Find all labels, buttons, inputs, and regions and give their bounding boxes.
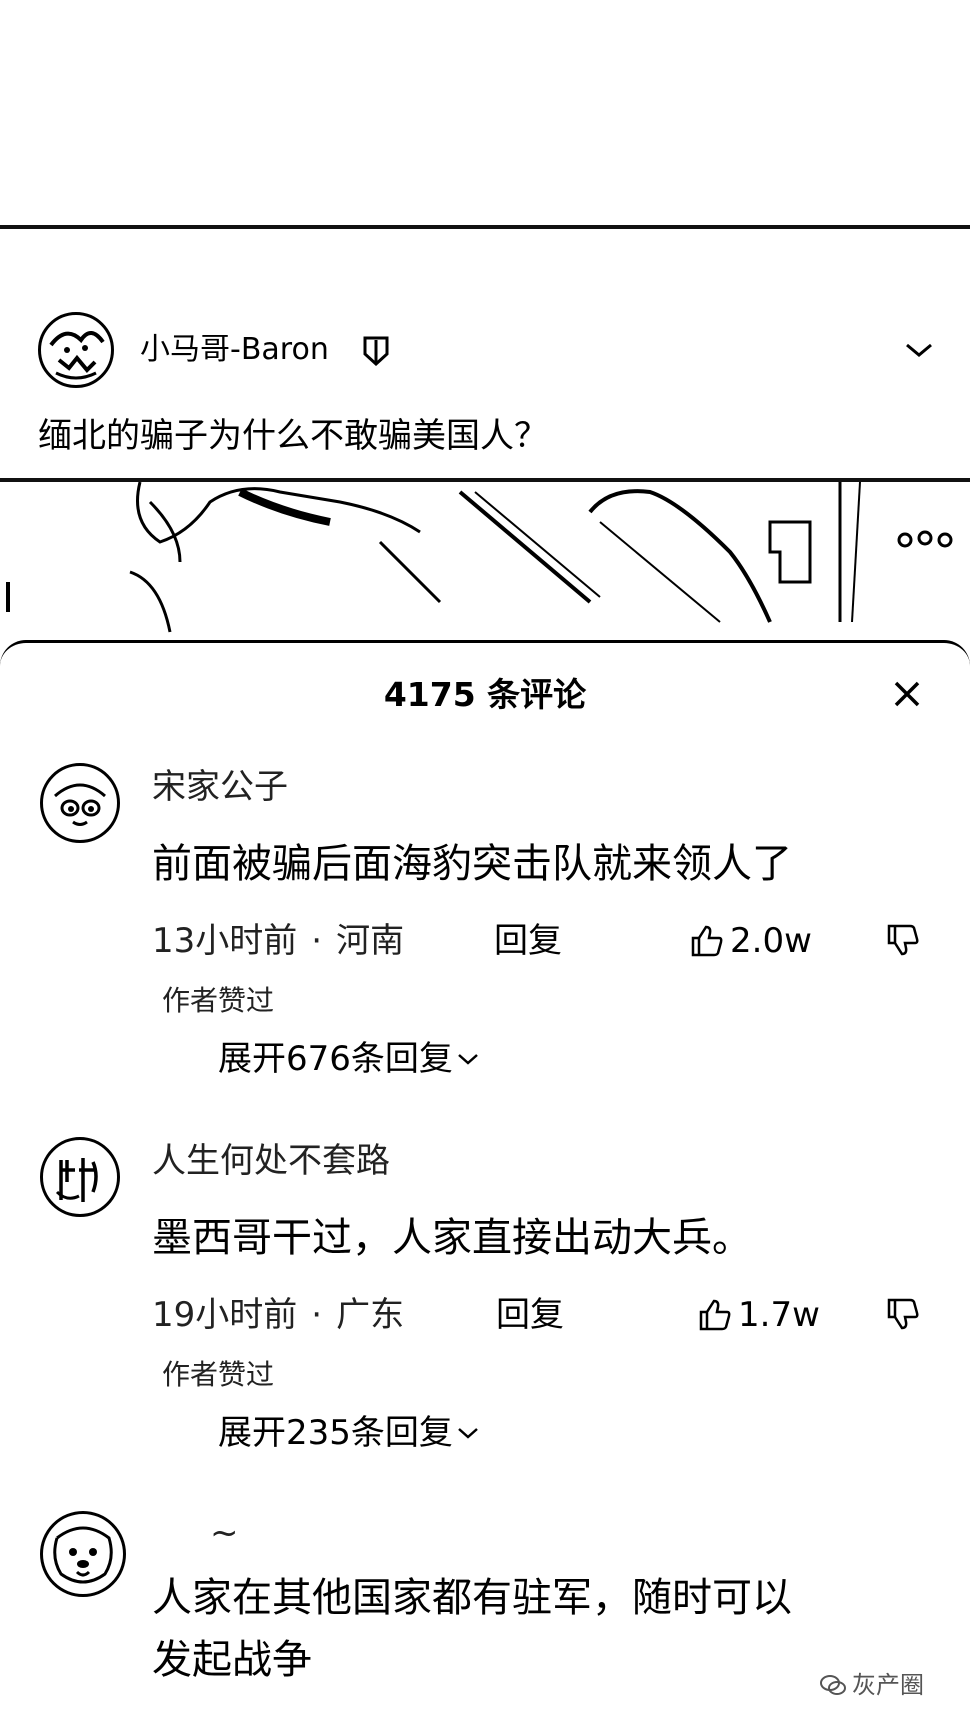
avatar-image bbox=[53, 1526, 113, 1584]
comment-text: 前面被骗后面海豹突击队就来领人了 bbox=[152, 841, 792, 887]
author-liked-badge: 作者赞过 bbox=[162, 1358, 275, 1391]
chevron-down-icon bbox=[458, 1054, 478, 1065]
chevron-down-icon bbox=[458, 1428, 478, 1439]
comment-location: 广东 bbox=[336, 1295, 405, 1335]
reply-button[interactable]: 回复 bbox=[494, 919, 562, 963]
meta-separator: · bbox=[311, 921, 323, 961]
comment-text: 墨西哥干过，人家直接出动大兵。 bbox=[152, 1215, 752, 1261]
like-button[interactable]: 1.7w bbox=[698, 1293, 820, 1337]
comment-time: 19小时前 bbox=[152, 1295, 298, 1335]
verified-badge-icon bbox=[363, 336, 389, 366]
close-icon[interactable] bbox=[892, 679, 922, 709]
commenter-avatar[interactable] bbox=[40, 763, 120, 843]
expand-replies-label: 展开676条回复 bbox=[218, 1039, 453, 1079]
wechat-icon bbox=[820, 1675, 846, 1695]
watermark-text: 灰产圈 bbox=[852, 1671, 924, 1699]
avatar-image bbox=[55, 1158, 98, 1202]
author-avatar[interactable] bbox=[38, 312, 114, 388]
post-image bbox=[0, 482, 970, 662]
thumbs-down-icon[interactable] bbox=[886, 923, 920, 957]
watermark: 灰产圈 bbox=[820, 1670, 924, 1700]
commenter-name[interactable]: 人生何处不套路 bbox=[152, 1139, 390, 1183]
chevron-down-icon[interactable] bbox=[904, 340, 934, 360]
comment-location: 河南 bbox=[336, 921, 405, 961]
author-liked-badge: 作者赞过 bbox=[162, 984, 275, 1017]
avatar-image bbox=[42, 316, 110, 384]
comment-meta: 19小时前 · 广东 bbox=[152, 1293, 404, 1337]
reply-button[interactable]: 回复 bbox=[496, 1293, 564, 1337]
commenter-name[interactable]: ~ bbox=[210, 1511, 239, 1555]
like-button[interactable]: 2.0w bbox=[690, 919, 812, 963]
meta-separator: · bbox=[311, 1295, 323, 1335]
thumbs-up-icon bbox=[699, 1299, 731, 1331]
comments-sheet: 4175 条评论 宋家公子 前面被骗后面海豹突击队就来领人了 13小时前 · 河南 … bbox=[0, 640, 970, 1712]
commenter-avatar[interactable] bbox=[40, 1137, 120, 1217]
comment-meta: 13小时前 · 河南 bbox=[152, 919, 404, 963]
comments-count-title: 4175 条评论 bbox=[383, 675, 587, 714]
top-blank-area bbox=[0, 0, 970, 225]
expand-replies-button[interactable]: 展开676条回复 bbox=[218, 1037, 479, 1081]
comment-time: 13小时前 bbox=[152, 921, 298, 961]
avatar-image bbox=[54, 783, 106, 826]
like-count: 2.0w bbox=[730, 921, 812, 961]
post-title: 缅北的骗子为什么不敢骗美国人？ bbox=[38, 416, 548, 456]
like-count: 1.7w bbox=[738, 1295, 820, 1335]
expand-replies-label: 展开235条回复 bbox=[218, 1413, 453, 1453]
commenter-name[interactable]: 宋家公子 bbox=[152, 765, 288, 809]
expand-replies-button[interactable]: 展开235条回复 bbox=[218, 1411, 479, 1455]
comment-text-line: 人家在其他国家都有驻军，随时可以 bbox=[152, 1575, 792, 1621]
thumbs-up-icon bbox=[691, 925, 723, 957]
commenter-avatar[interactable] bbox=[40, 1511, 126, 1597]
post-author-name[interactable]: 小马哥-Baron bbox=[140, 332, 329, 368]
thumbs-down-icon[interactable] bbox=[886, 1297, 920, 1331]
